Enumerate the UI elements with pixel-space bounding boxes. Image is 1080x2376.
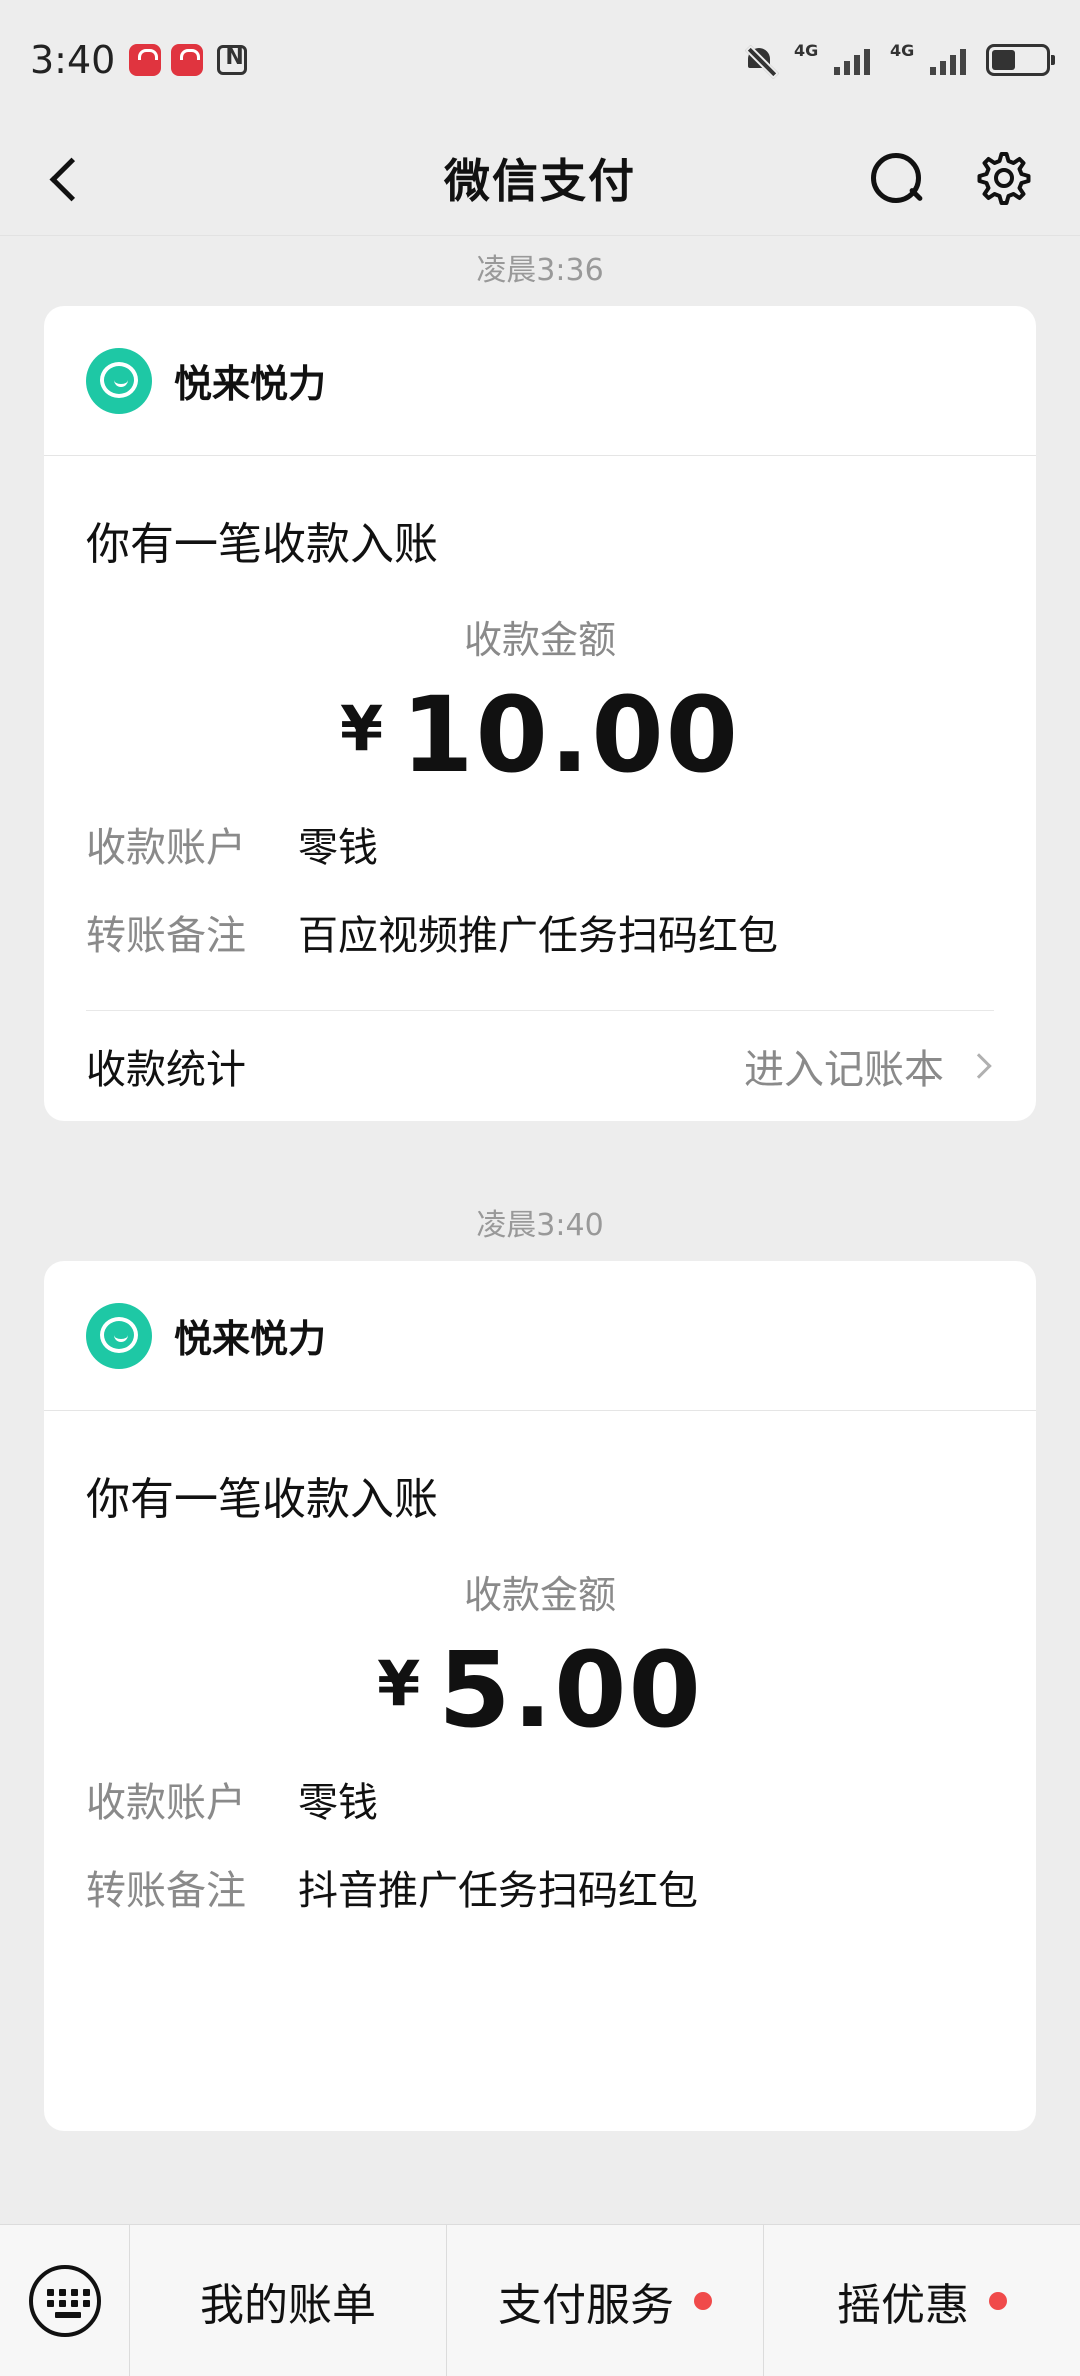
battery-icon — [986, 44, 1055, 76]
back-arrow-icon[interactable] — [40, 150, 96, 206]
currency-symbol: ¥ — [339, 691, 384, 765]
merchant-avatar-icon — [86, 347, 152, 414]
card-header: 悦来悦力 — [44, 1261, 1036, 1411]
stats-label: 收款统计 — [86, 1047, 246, 1093]
remark-key: 转账备注 — [86, 1868, 246, 1914]
keyboard-icon — [28, 2264, 101, 2337]
merchant-name: 悦来悦力 — [174, 1317, 327, 1361]
message-list: 凌晨3:36 悦来悦力 你有一笔收款入账 收款金额 ¥ 10.00 收款账户 零… — [0, 236, 1080, 2131]
merchant-name: 悦来悦力 — [174, 362, 327, 406]
signal-icon: 4G — [890, 41, 966, 75]
amount-label: 收款金额 — [463, 618, 616, 662]
remark-row: 转账备注 百应视频推广任务扫码红包 — [86, 888, 994, 976]
menu-label: 支付服务 — [498, 2279, 674, 2331]
remark-value: 百应视频推广任务扫码红包 — [298, 913, 778, 959]
network-label: 4G — [890, 41, 915, 60]
ledger-link-row[interactable]: 收款统计 进入记账本 — [86, 1011, 994, 1121]
red-dot-badge — [989, 2291, 1007, 2310]
remark-key: 转账备注 — [86, 913, 246, 959]
mute-bell-icon — [744, 44, 774, 76]
message-timestamp: 凌晨3:40 — [476, 1208, 604, 1243]
account-key: 收款账户 — [86, 825, 246, 871]
currency-symbol: ¥ — [377, 1646, 421, 1720]
card-header: 悦来悦力 — [44, 306, 1036, 456]
menu-my-bills[interactable]: 我的账单 — [130, 2225, 447, 2376]
status-bar: 3:40 4G 4G — [0, 0, 1080, 120]
menu-label: 摇优惠 — [837, 2279, 969, 2331]
account-row: 收款账户 零钱 — [86, 1755, 994, 1843]
notice-text: 你有一笔收款入账 — [86, 1474, 438, 1525]
account-key: 收款账户 — [86, 1780, 246, 1826]
menu-label: 我的账单 — [200, 2279, 376, 2331]
network-label: 4G — [794, 41, 819, 60]
payment-card[interactable]: 悦来悦力 你有一笔收款入账 收款金额 ¥ 10.00 收款账户 零钱 转账备注 … — [44, 306, 1036, 1121]
ledger-link[interactable]: 进入记账本 — [744, 1037, 994, 1095]
red-dot-badge — [694, 2291, 712, 2310]
search-icon[interactable] — [866, 148, 926, 208]
menu-payment-services[interactable]: 支付服务 — [447, 2225, 764, 2376]
ledger-link-label: 进入记账本 — [744, 1047, 944, 1093]
payment-card[interactable]: 悦来悦力 你有一笔收款入账 收款金额 ¥ 5.00 收款账户 零钱 转账备注 抖… — [44, 1261, 1036, 2131]
keyboard-toggle[interactable] — [0, 2225, 130, 2376]
nfc-icon — [217, 45, 248, 75]
page-title: 微信支付 — [444, 153, 636, 208]
amount-label: 收款金额 — [463, 1573, 616, 1617]
account-value: 零钱 — [298, 825, 378, 871]
amount-value: ¥ 5.00 — [86, 1625, 994, 1755]
remark-row: 转账备注 抖音推广任务扫码红包 — [86, 1843, 994, 1931]
notice-text: 你有一笔收款入账 — [86, 519, 438, 570]
nav-header: 微信支付 — [0, 120, 1080, 236]
amount-number: 5.00 — [438, 1629, 703, 1751]
merchant-avatar-icon — [86, 1302, 152, 1369]
account-value: 零钱 — [298, 1780, 378, 1826]
app-notification-icon — [129, 44, 162, 76]
signal-icon: 4G — [794, 41, 870, 75]
app-notification-icon — [171, 44, 204, 76]
account-row: 收款账户 零钱 — [86, 800, 994, 888]
remark-value: 抖音推广任务扫码红包 — [298, 1868, 698, 1914]
menu-shake-offers[interactable]: 摇优惠 — [764, 2225, 1080, 2376]
gear-icon[interactable] — [974, 148, 1034, 208]
bottom-menu-bar: 我的账单 支付服务 摇优惠 — [0, 2224, 1080, 2376]
amount-number: 10.00 — [401, 674, 741, 796]
message-timestamp: 凌晨3:36 — [476, 253, 604, 288]
amount-value: ¥ 10.00 — [86, 670, 994, 800]
chevron-right-icon — [966, 1053, 992, 1079]
status-time: 3:40 — [30, 38, 116, 82]
